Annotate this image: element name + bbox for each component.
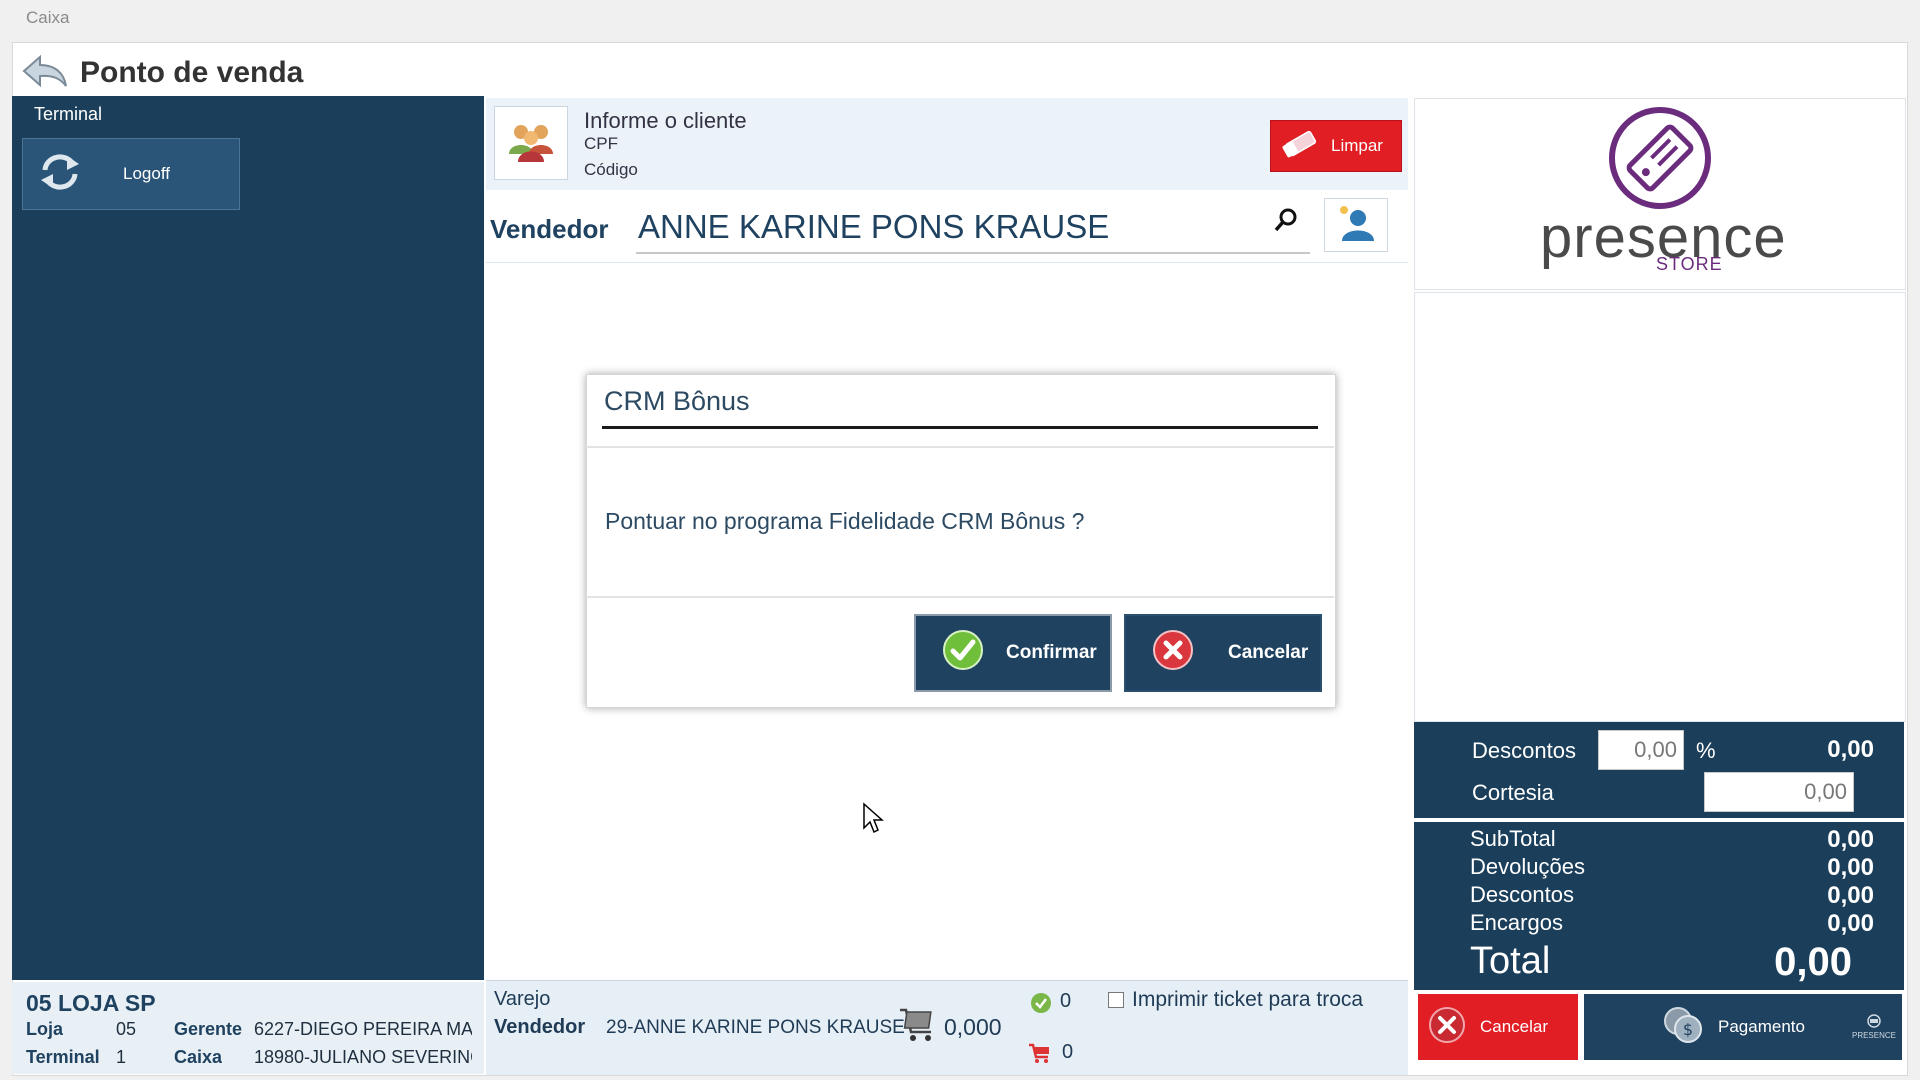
store-loja-label: Loja bbox=[26, 1019, 64, 1039]
seller-label: Vendedor bbox=[490, 214, 609, 244]
cancel-sale-label: Cancelar bbox=[1480, 1017, 1549, 1036]
clear-label: Limpar bbox=[1331, 136, 1383, 155]
total-discounts-value: 0,00 bbox=[1827, 882, 1874, 909]
store-caixa-value: 18980-JULIANO SEVERINC bbox=[254, 1047, 472, 1067]
checked-icon bbox=[1030, 992, 1052, 1019]
client-cpf-label: CPF bbox=[584, 134, 618, 153]
client-lookup-button[interactable] bbox=[494, 106, 568, 180]
logoff-label: Logoff bbox=[123, 164, 170, 183]
mouse-cursor-icon bbox=[862, 802, 884, 839]
client-prompt: Informe o cliente bbox=[584, 108, 747, 133]
user-add-icon bbox=[1336, 203, 1376, 248]
sale-type: Varejo bbox=[494, 988, 551, 1010]
sale-seller-value: 29-ANNE KARINE PONS KRAUSE bbox=[606, 1017, 905, 1038]
coins-icon: $ bbox=[1662, 1005, 1704, 1050]
courtesy-label: Cortesia bbox=[1472, 780, 1554, 805]
discount-percent-input[interactable] bbox=[1598, 730, 1684, 770]
small-cart-icon bbox=[1028, 1042, 1052, 1069]
close-icon bbox=[1428, 1006, 1466, 1049]
discounts-value: 0,00 bbox=[1827, 736, 1874, 763]
dialog-divider bbox=[586, 596, 1334, 598]
clear-button[interactable]: Limpar bbox=[1270, 120, 1402, 172]
cancel-button[interactable]: Cancelar bbox=[1124, 614, 1322, 692]
sale-seller-label: Vendedor bbox=[494, 1016, 586, 1038]
refresh-icon bbox=[37, 152, 83, 197]
discounts-label: Descontos bbox=[1472, 738, 1576, 763]
payment-button[interactable]: $ Pagamento PRESENCE bbox=[1584, 994, 1902, 1060]
payment-label: Pagamento bbox=[1718, 1017, 1805, 1036]
dialog-divider bbox=[586, 446, 1334, 448]
left-panel bbox=[12, 96, 484, 980]
total-value: 0,00 bbox=[1774, 940, 1852, 984]
terminal-label: Terminal bbox=[34, 104, 103, 124]
dialog-title: CRM Bônus bbox=[604, 386, 750, 416]
print-ticket-label: Imprimir ticket para troca bbox=[1132, 988, 1364, 1011]
subtotal-label: SubTotal bbox=[1470, 826, 1556, 851]
charges-value: 0,00 bbox=[1827, 910, 1874, 937]
store-gerente-value: 6227-DIEGO PEREIRA MAF bbox=[254, 1019, 472, 1039]
percent-symbol: % bbox=[1696, 738, 1716, 763]
dialog-title-underline bbox=[602, 426, 1318, 429]
cancel-label: Cancelar bbox=[1228, 642, 1309, 663]
courtesy-input[interactable] bbox=[1704, 772, 1854, 812]
returns-label: Devoluções bbox=[1470, 854, 1585, 879]
search-icon bbox=[1273, 207, 1299, 238]
eraser-icon bbox=[1281, 128, 1321, 165]
customers-icon bbox=[507, 120, 555, 167]
checked-count: 0 bbox=[1060, 990, 1072, 1012]
close-icon bbox=[1152, 629, 1194, 677]
logoff-button[interactable]: Logoff bbox=[22, 138, 240, 210]
check-icon bbox=[942, 629, 984, 677]
store-name: 05 LOJA SP bbox=[26, 990, 156, 1016]
subtotal-value: 0,00 bbox=[1827, 826, 1874, 853]
back-arrow-icon[interactable] bbox=[22, 53, 68, 94]
tag-logo-icon bbox=[1600, 104, 1720, 219]
add-seller-button[interactable] bbox=[1324, 198, 1388, 252]
cart-count: 0 bbox=[1062, 1041, 1074, 1063]
returns-value: 0,00 bbox=[1827, 854, 1874, 881]
confirm-button[interactable]: Confirmar bbox=[914, 614, 1112, 692]
sale-quantity: 0,000 bbox=[944, 1014, 1002, 1040]
product-image-panel bbox=[1414, 292, 1906, 722]
dialog-message: Pontuar no programa Fidelidade CRM Bônus… bbox=[605, 508, 1085, 534]
store-gerente-label: Gerente bbox=[174, 1019, 243, 1039]
mini-brand-label: PRESENCE bbox=[1851, 1030, 1896, 1040]
charges-label: Encargos bbox=[1470, 910, 1563, 935]
cancel-sale-button[interactable]: Cancelar bbox=[1418, 994, 1578, 1060]
confirm-label: Confirmar bbox=[1006, 642, 1097, 663]
window-title: Caixa bbox=[26, 8, 70, 27]
store-loja-value: 05 bbox=[116, 1019, 137, 1039]
total-label: Total bbox=[1470, 940, 1551, 982]
client-code-label: Código bbox=[584, 160, 638, 179]
store-caixa-label: Caixa bbox=[174, 1047, 223, 1067]
print-ticket-checkbox[interactable] bbox=[1108, 992, 1124, 1008]
seller-search-button[interactable] bbox=[1268, 202, 1304, 242]
mini-brand-icon bbox=[1867, 1013, 1881, 1028]
page-title: Ponto de venda bbox=[80, 56, 304, 89]
total-discounts-label: Descontos bbox=[1470, 882, 1574, 907]
seller-input[interactable] bbox=[636, 202, 1310, 254]
store-terminal-label: Terminal bbox=[26, 1047, 100, 1067]
page-header: Ponto de venda bbox=[22, 52, 303, 94]
mini-brand: PRESENCE bbox=[1851, 1013, 1896, 1041]
brand-sub: STORE bbox=[1656, 254, 1723, 274]
svg-text:$: $ bbox=[1683, 1020, 1693, 1039]
cart-icon bbox=[898, 1004, 938, 1049]
store-terminal-value: 1 bbox=[116, 1047, 127, 1067]
